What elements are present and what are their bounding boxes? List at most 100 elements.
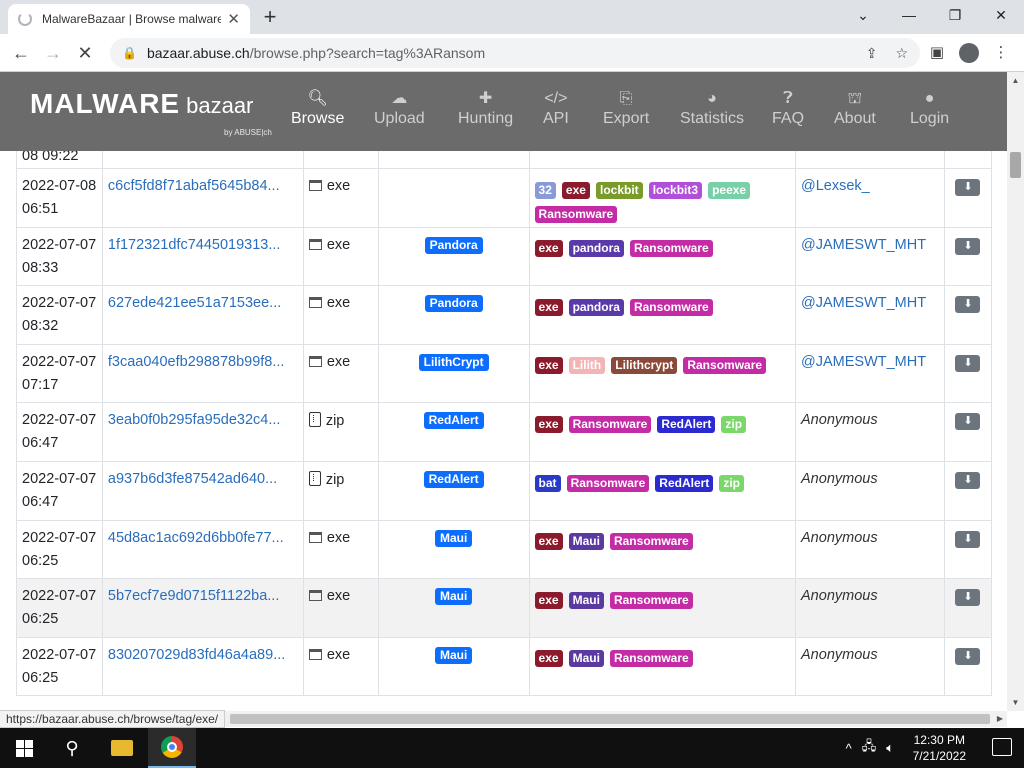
- tag-badge[interactable]: Lilithcrypt: [611, 357, 678, 375]
- signature-badge[interactable]: RedAlert: [423, 412, 484, 430]
- cloud-download-icon[interactable]: ⬇: [955, 413, 981, 431]
- tag-badge[interactable]: exe: [534, 298, 563, 316]
- network-icon[interactable]: 🖧: [862, 737, 877, 759]
- cloud-download-icon[interactable]: ⬇: [955, 354, 981, 372]
- cloud-download-icon[interactable]: ⬇: [955, 647, 981, 665]
- back-arrow-icon[interactable]: ←: [8, 40, 34, 66]
- close-window-icon[interactable]: ✕: [978, 0, 1024, 30]
- sha256-link[interactable]: 627ede421ee51a7153ee...: [101, 285, 304, 345]
- nav-login[interactable]: ● Login: [910, 88, 949, 128]
- cloud-download-icon[interactable]: ⬇: [955, 589, 981, 607]
- sha256-link[interactable]: c6cf5fd8f71abaf5645b84...: [101, 168, 304, 228]
- sha256-link[interactable]: a937b6d3fe87542ad640...: [101, 460, 304, 521]
- start-button[interactable]: [0, 728, 48, 768]
- tag-badge[interactable]: RedAlert: [655, 474, 714, 492]
- tag-badge[interactable]: Maui: [568, 533, 604, 551]
- reporter[interactable]: @JAMESWT_MHT: [795, 285, 945, 345]
- taskbar-clock[interactable]: 12:30 PM 7/21/2022: [913, 732, 966, 764]
- restore-icon[interactable]: ❐: [932, 0, 978, 30]
- browser-tab[interactable]: MalwareBazaar | Browse malware ✕: [8, 4, 250, 34]
- tag-badge[interactable]: Ransomware: [566, 474, 650, 492]
- signature-badge[interactable]: Maui: [434, 588, 473, 606]
- tag-badge[interactable]: 32: [534, 181, 556, 199]
- tag-badge[interactable]: Ransomware: [609, 650, 693, 668]
- tag-badge[interactable]: Ransomware: [609, 533, 693, 551]
- tag-badge[interactable]: Ransomware: [568, 416, 652, 434]
- search-taskbar-button[interactable]: ⚲: [48, 728, 96, 768]
- nav-faq[interactable]: ❓︎ FAQ: [772, 88, 804, 128]
- chevron-up-icon[interactable]: ^: [846, 741, 852, 756]
- tab-close-icon[interactable]: ✕: [227, 10, 240, 28]
- signature-badge[interactable]: LilithCrypt: [418, 353, 489, 371]
- profile-avatar[interactable]: [956, 40, 982, 66]
- tag-badge[interactable]: Ransomware: [629, 298, 713, 316]
- hscroll-thumb[interactable]: [230, 714, 990, 724]
- tag-badge[interactable]: Maui: [568, 591, 604, 609]
- sha256-link[interactable]: 830207029d83fd46a4a89...: [101, 636, 304, 697]
- tag-badge[interactable]: lockbit3: [648, 181, 703, 199]
- scroll-thumb[interactable]: [1010, 152, 1021, 178]
- tag-badge[interactable]: peexe: [708, 181, 751, 199]
- nav-about[interactable]: ⛫ About: [834, 88, 876, 128]
- tag-badge[interactable]: Ransomware: [683, 357, 767, 375]
- chrome-taskbar-button[interactable]: [148, 728, 196, 768]
- forward-arrow-icon[interactable]: →: [40, 40, 66, 66]
- cloud-download-icon[interactable]: ⬇: [955, 530, 981, 548]
- chevron-down-icon[interactable]: ⌄: [840, 0, 886, 30]
- tag-badge[interactable]: lockbit: [595, 181, 643, 199]
- site-logo[interactable]: MALWARE bazaar by ABUSE|ch: [30, 88, 272, 137]
- sha256-link[interactable]: 3eab0f0b295fa95de32c4...: [101, 402, 304, 462]
- sha256-link[interactable]: f3caa040efb298878b99f8...: [101, 343, 304, 404]
- side-panel-icon[interactable]: ▣: [924, 40, 950, 66]
- tag-badge[interactable]: Lilith: [568, 357, 606, 375]
- tag-badge[interactable]: Ransomware: [534, 205, 618, 223]
- notification-icon[interactable]: [992, 738, 1012, 756]
- minimize-icon[interactable]: —: [886, 0, 932, 30]
- reporter[interactable]: @Lexsek_: [795, 168, 945, 228]
- tag-badge[interactable]: pandora: [568, 298, 624, 316]
- tag-badge[interactable]: pandora: [568, 240, 624, 258]
- signature-badge[interactable]: Pandora: [424, 236, 483, 254]
- tag-badge[interactable]: Ransomware: [629, 240, 713, 258]
- tag-badge[interactable]: Ransomware: [609, 591, 693, 609]
- nav-upload[interactable]: ☁ Upload: [374, 88, 425, 128]
- nav-browse[interactable]: 🔍︎ Browse: [291, 88, 344, 128]
- star-icon[interactable]: ☆: [895, 45, 908, 62]
- tag-badge[interactable]: exe: [534, 591, 563, 609]
- tag-badge[interactable]: exe: [561, 181, 590, 199]
- signature-badge[interactable]: Pandora: [424, 295, 483, 313]
- nav-export[interactable]: ⎘ Export: [603, 88, 649, 128]
- cloud-download-icon[interactable]: ⬇: [955, 471, 981, 489]
- nav-statistics[interactable]: ◕ Statistics: [680, 88, 744, 128]
- nav-api[interactable]: </> API: [543, 88, 569, 128]
- cloud-download-icon[interactable]: ⬇: [955, 179, 981, 196]
- nav-hunting[interactable]: ✚ Hunting: [458, 88, 513, 128]
- stop-loading-icon[interactable]: ✕: [72, 40, 98, 66]
- volume-icon[interactable]: 🔈︎: [886, 740, 894, 756]
- tag-badge[interactable]: Maui: [568, 650, 604, 668]
- new-tab-button[interactable]: +: [258, 4, 282, 30]
- sha256-link[interactable]: 45d8ac1ac692d6bb0fe77...: [101, 519, 304, 580]
- tag-badge[interactable]: exe: [534, 533, 563, 551]
- sha256-link[interactable]: 1f172321dfc7445019313...: [101, 226, 304, 287]
- file-explorer-button[interactable]: [98, 728, 146, 768]
- reporter[interactable]: @JAMESWT_MHT: [795, 343, 945, 404]
- cloud-download-icon[interactable]: ⬇: [955, 296, 981, 314]
- tag-badge[interactable]: RedAlert: [657, 416, 716, 434]
- reporter[interactable]: @JAMESWT_MHT: [795, 226, 945, 287]
- address-bar[interactable]: 🔒 bazaar.abuse.ch/browse.php?search=tag%…: [110, 38, 920, 68]
- signature-badge[interactable]: Maui: [434, 529, 473, 547]
- tag-badge[interactable]: exe: [534, 650, 563, 668]
- tag-badge[interactable]: exe: [534, 357, 563, 375]
- sha256-link[interactable]: 5b7ecf7e9d0715f1122ba...: [101, 578, 304, 638]
- vertical-scrollbar[interactable]: ▲ ▼: [1007, 72, 1024, 711]
- tag-badge[interactable]: exe: [534, 416, 563, 434]
- tag-badge[interactable]: exe: [534, 240, 563, 258]
- signature-badge[interactable]: RedAlert: [423, 470, 484, 488]
- tag-badge[interactable]: bat: [534, 474, 561, 492]
- tag-badge[interactable]: zip: [719, 474, 745, 492]
- tag-badge[interactable]: zip: [721, 416, 747, 434]
- cloud-download-icon[interactable]: ⬇: [955, 237, 981, 255]
- share-icon[interactable]: ⇪: [866, 45, 878, 62]
- menu-kebab-icon[interactable]: ⋮: [988, 40, 1014, 66]
